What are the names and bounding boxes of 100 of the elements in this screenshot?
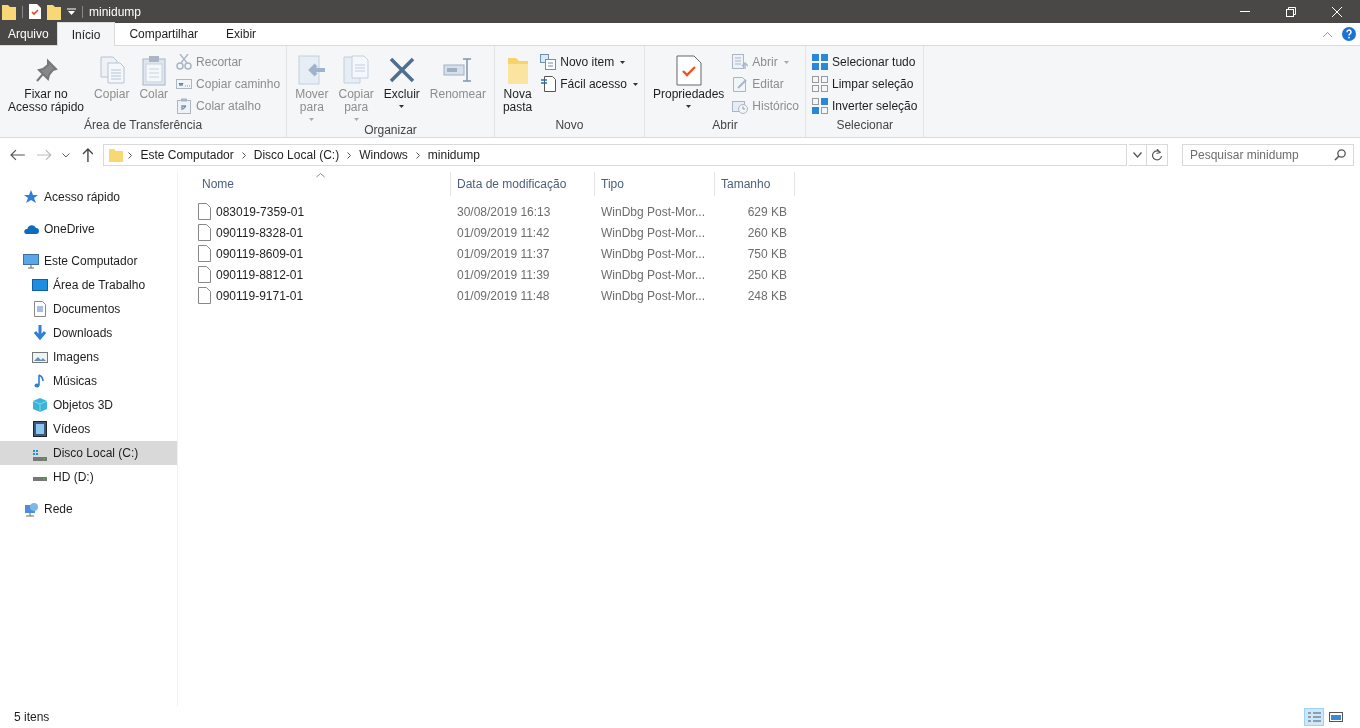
ribbon-button[interactable]: Fixar no Acesso rápido: [4, 52, 89, 116]
chevron-right-icon[interactable]: [128, 151, 133, 159]
refresh-icon[interactable]: [1151, 149, 1163, 161]
grid-icon: [812, 54, 829, 70]
grid-icon: [812, 98, 829, 114]
scissors-icon: [176, 54, 193, 70]
file-name[interactable]: 090119-8609-01: [216, 244, 304, 263]
group-label: Abrir: [711, 117, 739, 134]
breadcrumb-item[interactable]: Disco Local (C:): [245, 146, 348, 164]
sidebar-item[interactable]: Objetos 3D: [0, 393, 177, 417]
pin-icon: [34, 57, 58, 83]
file-name[interactable]: 090119-9171-01: [216, 286, 304, 305]
chevron-down-icon[interactable]: [1133, 152, 1142, 158]
close-icon: [1332, 6, 1342, 17]
column-header[interactable]: Nome: [196, 172, 451, 196]
sidebar-item[interactable]: Downloads: [0, 321, 177, 345]
up-arrow-icon[interactable]: [81, 148, 94, 162]
help-icon[interactable]: [1342, 27, 1356, 41]
file-icon: [198, 245, 211, 262]
table-cell-text: 250 KB: [747, 266, 787, 284]
copy-icon: [98, 55, 125, 85]
file-name[interactable]: 090119-8812-01: [216, 265, 304, 284]
ribbon-button[interactable]: Novo item: [540, 54, 638, 70]
tiles-icon: [1329, 711, 1343, 723]
group-label: Novo: [554, 117, 585, 134]
sidebar-item[interactable]: Rede: [0, 497, 177, 521]
ribbon-button[interactable]: Nova pasta: [498, 52, 537, 116]
file-icon: [198, 287, 211, 304]
ribbon-button[interactable]: Limpar seleção: [812, 76, 918, 92]
desktop-icon: [32, 277, 48, 293]
chevron-right-icon[interactable]: [347, 151, 352, 159]
table-cell-text: 01/09/2019 11:42: [457, 224, 550, 242]
ribbon-tab[interactable]: Compartilhar: [115, 23, 213, 45]
search-icon: [1334, 149, 1346, 161]
sidebar-item[interactable]: Documentos: [0, 297, 177, 321]
film-icon: [32, 421, 48, 437]
chevron-right-icon[interactable]: [241, 151, 246, 159]
path-icon: [176, 76, 193, 92]
ribbon-tab[interactable]: Início: [56, 22, 116, 46]
properties-icon[interactable]: [29, 4, 41, 19]
star-icon: [23, 189, 39, 205]
cube-icon: [32, 397, 48, 413]
ribbon-button[interactable]: Inverter seleção: [812, 98, 918, 114]
item-count: 5 itens: [14, 709, 50, 726]
table-cell-text: 01/09/2019 11:39: [457, 266, 550, 284]
breadcrumb-item[interactable]: Windows: [351, 146, 416, 164]
file-icon: [198, 266, 211, 283]
list-icon: [1307, 711, 1321, 723]
table-cell-text: WinDbg Post-Mor...: [601, 224, 706, 242]
breadcrumb-item[interactable]: minidump: [419, 146, 488, 164]
table-cell-text: 750 KB: [747, 245, 787, 263]
sidebar-item[interactable]: Disco Local (C:): [0, 441, 177, 465]
ribbon-tab[interactable]: Exibir: [212, 23, 271, 45]
group-label: Organizar: [363, 122, 418, 139]
ribbon-button[interactable]: Selecionar tudo: [812, 54, 918, 70]
sidebar-item[interactable]: Este Computador: [0, 249, 177, 273]
copy-icon: [342, 55, 371, 85]
folder-icon: [108, 147, 125, 163]
address-bar[interactable]: Este Computador Disco Local (C:) Windows minidump: [103, 144, 1127, 166]
rename-icon: [442, 56, 473, 84]
table-cell-text: WinDbg Post-Mor...: [601, 266, 706, 284]
sidebar-item[interactable]: HD (D:): [0, 465, 177, 489]
back-arrow-icon[interactable]: [10, 149, 26, 161]
ribbon-button[interactable]: Propriedades: [648, 52, 729, 116]
drive-icon: [33, 449, 47, 461]
sidebar-item[interactable]: Acesso rápido: [0, 185, 177, 209]
table-cell-text: 248 KB: [747, 287, 787, 305]
breadcrumb-item[interactable]: Este Computador: [132, 146, 242, 164]
chevron-right-icon[interactable]: [415, 151, 420, 159]
table-cell-text: 01/09/2019 11:48: [457, 287, 550, 305]
file-name[interactable]: 083019-7359-01: [216, 202, 305, 221]
sidebar-item[interactable]: OneDrive: [0, 217, 177, 241]
file-icon: [198, 224, 211, 241]
group-label: Selecionar: [835, 117, 895, 134]
network-icon: [23, 501, 39, 517]
folder-icon[interactable]: [47, 3, 61, 20]
collapse-ribbon-icon[interactable]: [1323, 31, 1332, 37]
sidebar-item[interactable]: Área de Trabalho: [0, 273, 177, 297]
table-cell-text: WinDbg Post-Mor...: [601, 203, 706, 221]
sidebar-item[interactable]: Músicas: [0, 369, 177, 393]
sidebar-item[interactable]: Imagens: [0, 345, 177, 369]
move-icon: [296, 54, 327, 86]
sidebar-item[interactable]: Vídeos: [0, 417, 177, 441]
chevron-down-icon[interactable]: [61, 152, 70, 158]
column-header[interactable]: Tipo: [595, 172, 715, 196]
grid-icon: [812, 76, 829, 92]
file-icon: [198, 203, 211, 220]
history-icon: [732, 98, 749, 114]
column-header[interactable]: Data de modificação: [451, 172, 595, 196]
table-cell-text: 260 KB: [747, 224, 787, 242]
ribbon-button[interactable]: Fácil acesso: [540, 76, 638, 92]
folder-icon[interactable]: [2, 3, 16, 20]
ribbon-button[interactable]: Excluir: [379, 52, 424, 121]
clipboard-icon: [140, 54, 167, 86]
download-icon: [32, 325, 48, 341]
column-header[interactable]: Tamanho: [715, 172, 795, 196]
file-name[interactable]: 090119-8328-01: [216, 223, 304, 242]
search-field[interactable]: Pesquisar minidump: [1182, 144, 1354, 166]
ribbon-tab[interactable]: Arquivo: [0, 23, 57, 45]
caret-icon[interactable]: [67, 7, 76, 16]
